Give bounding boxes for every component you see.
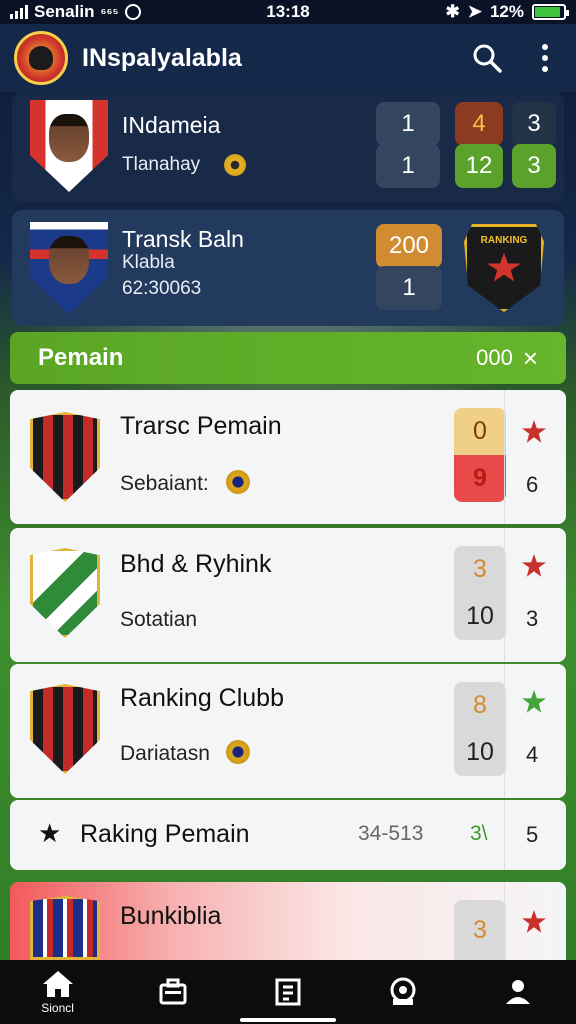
stat-value: 12 [455,144,503,188]
item-mid: 3\ [470,822,488,845]
app-header: INspalyalabla [0,24,576,92]
star-icon: ★ [38,818,62,848]
match-card[interactable]: Transk Baln Klabla 62:30063 200 1 RANKIN… [12,210,564,326]
score-box: 0 9 [454,408,506,502]
document-icon [275,978,301,1006]
location-icon: ➤ [467,2,482,21]
home-indicator [240,1018,336,1022]
nav-home-label: Sioncl [41,1001,74,1015]
score-box: 8 10 [454,682,506,776]
favorite-star-icon[interactable] [522,690,546,713]
player-avatar [30,100,108,192]
score-bottom: 10 [454,729,506,776]
favorite-star-icon[interactable] [522,910,546,933]
stat-value: 3 [512,102,556,146]
item-value: 34-513 [358,822,424,845]
item-count: 4 [526,742,539,767]
item-title: Trarsc Pemain [120,412,282,440]
search-button[interactable] [470,41,504,75]
more-options-button[interactable] [528,41,562,75]
close-icon[interactable]: × [523,343,538,374]
player-value: 62:30063 [122,278,202,299]
briefcase-icon [159,978,187,1005]
coin-icon [226,470,250,494]
score-box: 3 [454,900,506,960]
section-header[interactable]: Pemain 000 × [10,332,566,384]
item-title: Ranking Clubb [120,684,284,712]
club-crest [30,896,100,960]
item-subtitle: Sebaiant: [120,472,209,495]
battery-percent: 12% [489,2,524,21]
bluetooth-icon: ✱ [445,2,460,21]
item-title: Bunkiblia [120,902,222,930]
section-count: 000 [476,345,513,370]
coin-icon [224,154,246,176]
item-count: 5 [526,822,539,847]
score-bottom: 9 [454,455,506,502]
status-extra: ⁶⁶⁵ [100,4,119,20]
item-subtitle: Sotatian [120,608,198,631]
signal-icon [10,5,28,19]
clock: 13:18 [266,2,310,21]
battery-icon [532,4,569,20]
stat-value: 3 [512,144,556,188]
favorite-star-icon[interactable] [522,420,546,443]
stat-value: 1 [376,144,440,188]
nav-stats[interactable] [248,960,328,1024]
user-icon [506,980,531,1004]
item-subtitle: Dariatasn [120,742,210,765]
stat-value: 1 [376,266,442,310]
club-crest [30,412,100,502]
status-bar: Senalin ⁶⁶⁵ 13:18 ✱ ➤ 12% [0,0,576,24]
player-name: INdameia [122,112,221,138]
list-item[interactable]: ★ Raking Pemain 34-513 3\ 5 [10,800,566,870]
section-title: Pemain [38,344,124,371]
club-crest [30,548,100,638]
carrier-name: Senalin [34,2,95,21]
emblem-text: RANKING [480,235,528,246]
score-bottom: 10 [454,593,506,640]
list-item[interactable]: Ranking Clubb Dariatasn 8 10 4 [10,664,566,798]
score-top: 8 [454,682,506,729]
item-title: Bhd & Ryhink [120,550,272,578]
search-icon [473,44,502,73]
player-avatar [30,222,108,314]
player-club: Klabla [122,252,175,273]
score-top: 0 [454,408,506,455]
nav-profile[interactable] [478,960,558,1024]
item-count: 3 [526,606,539,631]
notification-icon [124,4,141,20]
player-name: Transk Baln [122,226,244,252]
list-item[interactable]: Bunkiblia 3 [10,882,566,960]
item-title: Raking Pemain [80,820,250,848]
coin-icon [226,740,250,764]
bottom-navigation: Sioncl [0,960,576,1024]
nav-home[interactable]: Sioncl [18,960,98,1024]
score-top: 3 [454,546,506,593]
app-title: INspalyalabla [82,43,242,72]
nav-clubs[interactable] [363,960,443,1024]
club-crest [30,684,100,774]
item-count: 6 [526,472,539,497]
score-box: 3 10 [454,546,506,640]
app-logo [14,31,68,85]
score-top: 3 [454,900,506,960]
list-item[interactable]: Bhd & Ryhink Sotatian 3 10 3 [10,528,566,662]
more-vertical-icon [542,44,548,72]
home-icon [42,971,73,997]
nav-tournaments[interactable] [133,960,213,1024]
list-item[interactable]: Trarsc Pemain Sebaiant: 0 9 6 [10,390,566,524]
match-card[interactable]: INdameia Tlanahay 1 1 4 12 3 3 [12,92,564,202]
stat-value: 4 [455,102,503,146]
player-club: Tlanahay [122,154,201,175]
club-icon [390,977,416,1005]
stat-value: 1 [376,102,440,146]
stat-value: 200 [376,224,442,268]
favorite-star-icon[interactable] [522,554,546,577]
club-emblem: RANKING [464,224,544,312]
